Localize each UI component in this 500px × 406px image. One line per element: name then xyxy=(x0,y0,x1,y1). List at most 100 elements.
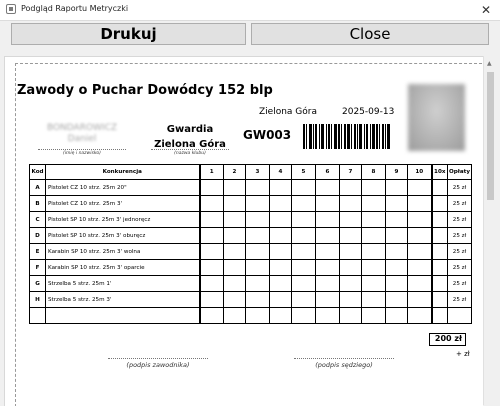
table-row xyxy=(29,307,472,324)
score-cell xyxy=(361,179,386,196)
name-line xyxy=(38,149,126,150)
score-cell xyxy=(269,243,292,260)
score-cell xyxy=(245,195,270,212)
score-cell xyxy=(385,243,408,260)
score-cell xyxy=(291,243,316,260)
competitor-code: GW003 xyxy=(243,128,292,142)
header-oplaty: Opłaty xyxy=(447,164,472,180)
name-caption: (imię i nazwisko) xyxy=(63,151,101,156)
competitor-photo xyxy=(408,84,465,151)
tenx-cell xyxy=(430,179,448,196)
score-cell xyxy=(223,211,246,228)
report-city: Zielona Góra xyxy=(259,107,317,117)
row-competition: Strzelba 5 strz. 25m 3' xyxy=(45,291,200,308)
row-fee: 25 zł xyxy=(447,291,472,308)
table-row: B Pistolet CZ 10 strz. 25m 3' 25 zł xyxy=(29,195,472,212)
score-cell xyxy=(198,275,224,292)
row-code: D xyxy=(29,227,46,244)
print-button[interactable]: Drukuj xyxy=(11,23,246,45)
score-cell xyxy=(361,307,386,324)
score-cell xyxy=(361,275,386,292)
score-cell xyxy=(315,179,340,196)
row-fee xyxy=(447,307,472,324)
score-cell xyxy=(407,243,432,260)
row-competition: Pistolet SP 10 strz. 25m 3' oburęcz xyxy=(45,227,200,244)
window-title: Podgląd Raportu Metryczki xyxy=(21,4,129,13)
score-cell xyxy=(269,259,292,276)
row-code xyxy=(29,307,46,324)
score-cell xyxy=(361,195,386,212)
window-close-button[interactable]: ✕ xyxy=(472,0,500,20)
score-cell xyxy=(407,179,432,196)
table-row: E Karabin SP 10 strz. 25m 3' wolna 25 zł xyxy=(29,243,472,260)
results-table: Kod Konkurencja 1 2 3 4 5 6 7 8 9 10 10x… xyxy=(29,164,472,324)
score-cell xyxy=(245,211,270,228)
score-cell xyxy=(407,227,432,244)
score-cell xyxy=(245,259,270,276)
club-caption: (nazwa klubu) xyxy=(174,151,206,156)
score-cell xyxy=(315,227,340,244)
score-cell xyxy=(198,179,224,196)
competitor-surname: BONDAROWICZ xyxy=(46,123,118,133)
report-preview[interactable]: Zawody o Puchar Dowódcy 152 blp Zielona … xyxy=(4,56,483,406)
score-cell xyxy=(339,227,362,244)
score-cell xyxy=(223,243,246,260)
score-cell xyxy=(245,275,270,292)
score-cell xyxy=(245,179,270,196)
tenx-cell xyxy=(430,291,448,308)
close-button[interactable]: Close xyxy=(251,23,489,45)
score-cell xyxy=(223,179,246,196)
score-cell xyxy=(198,259,224,276)
header-shot-1: 1 xyxy=(198,164,224,180)
score-cell xyxy=(223,275,246,292)
row-code: F xyxy=(29,259,46,276)
app-icon xyxy=(6,4,16,14)
header-shot-3: 3 xyxy=(245,164,270,180)
row-competition: Pistolet CZ 10 strz. 25m 3' xyxy=(45,195,200,212)
score-cell xyxy=(339,211,362,228)
score-cell xyxy=(315,243,340,260)
header-shot-7: 7 xyxy=(339,164,362,180)
vertical-scrollbar[interactable]: ▲ xyxy=(483,56,497,405)
score-cell xyxy=(291,259,316,276)
title-bar: Podgląd Raportu Metryczki ✕ xyxy=(0,0,500,21)
competitor-signature-line xyxy=(108,358,208,359)
row-competition: Strzelba 5 strz. 25m 1' xyxy=(45,275,200,292)
competitor-name: BONDAROWICZ Daniel xyxy=(32,123,132,145)
header-konkurencja: Konkurencja xyxy=(45,164,200,180)
score-cell xyxy=(269,195,292,212)
table-row: D Pistolet SP 10 strz. 25m 3' oburęcz 25… xyxy=(29,227,472,244)
score-cell xyxy=(291,195,316,212)
score-cell xyxy=(315,259,340,276)
tenx-cell xyxy=(430,307,448,324)
score-cell xyxy=(245,307,270,324)
score-cell xyxy=(198,307,224,324)
score-cell xyxy=(407,307,432,324)
row-fee: 25 zł xyxy=(447,211,472,228)
scroll-up-arrow-icon[interactable]: ▲ xyxy=(487,60,492,67)
score-cell xyxy=(198,243,224,260)
score-cell xyxy=(385,179,408,196)
score-cell xyxy=(339,179,362,196)
row-code: E xyxy=(29,243,46,260)
score-cell xyxy=(291,211,316,228)
tenx-cell xyxy=(430,243,448,260)
row-fee: 25 zł xyxy=(447,243,472,260)
competitor-signature-caption: (podpis zawodnika) xyxy=(126,361,190,369)
header-shot-6: 6 xyxy=(315,164,340,180)
scroll-thumb[interactable] xyxy=(487,72,494,200)
report-date: 2025-09-13 xyxy=(342,107,395,117)
score-cell xyxy=(269,275,292,292)
score-cell xyxy=(269,179,292,196)
row-competition: Pistolet CZ 10 strz. 25m 20" xyxy=(45,179,200,196)
score-cell xyxy=(361,227,386,244)
row-fee: 25 zł xyxy=(447,179,472,196)
row-code: H xyxy=(29,291,46,308)
tenx-cell xyxy=(430,259,448,276)
row-code: G xyxy=(29,275,46,292)
score-cell xyxy=(198,291,224,308)
score-cell xyxy=(291,291,316,308)
score-cell xyxy=(269,307,292,324)
score-cell xyxy=(291,275,316,292)
score-cell xyxy=(385,307,408,324)
